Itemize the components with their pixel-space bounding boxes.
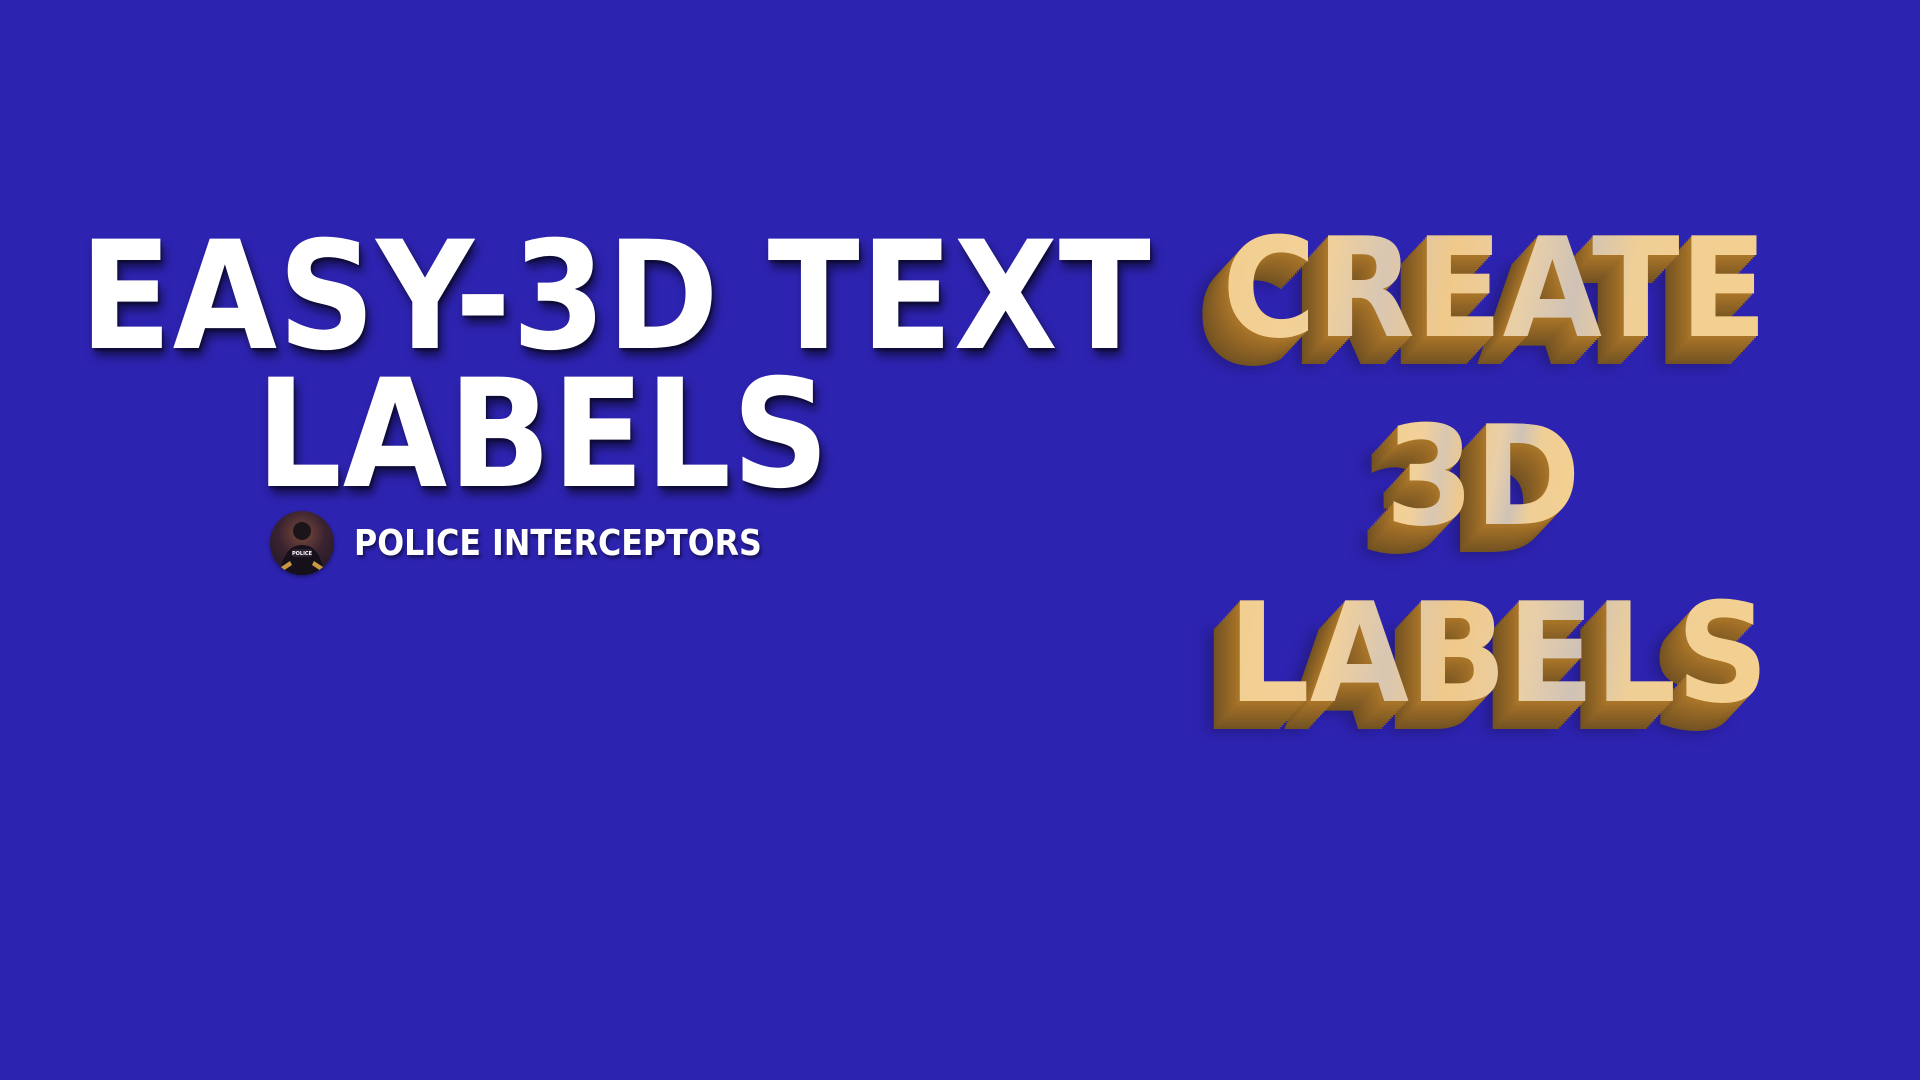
title-block: EASY-3D TEXT LABELS [28, 210, 1152, 522]
avatar-badge-text: POLICE [292, 551, 313, 557]
feature-line-3: LABELS [1228, 573, 1769, 734]
channel-avatar: POLICE [270, 511, 334, 575]
feature-line-1: CREATE [1222, 208, 1768, 369]
feature-text-3d: 3D 3D [1385, 408, 1581, 546]
feature-line-2: 3D [1385, 396, 1581, 557]
feature-text-labels: LABELS LABELS [1228, 585, 1769, 723]
channel-name: POLICE INTERCEPTORS [354, 522, 762, 564]
channel-badge: POLICE POLICE INTERCEPTORS [270, 510, 817, 576]
title-line-1: EASY-3D TEXT [79, 210, 1152, 384]
title-line-2: LABELS [255, 348, 831, 522]
feature-text-create: CREATE CREATE [1222, 220, 1767, 358]
officer-silhouette-icon: POLICE [278, 522, 326, 575]
thumbnail-canvas: EASY-3D TEXT LABELS POLICE POLICE INTERC… [0, 0, 1920, 1080]
